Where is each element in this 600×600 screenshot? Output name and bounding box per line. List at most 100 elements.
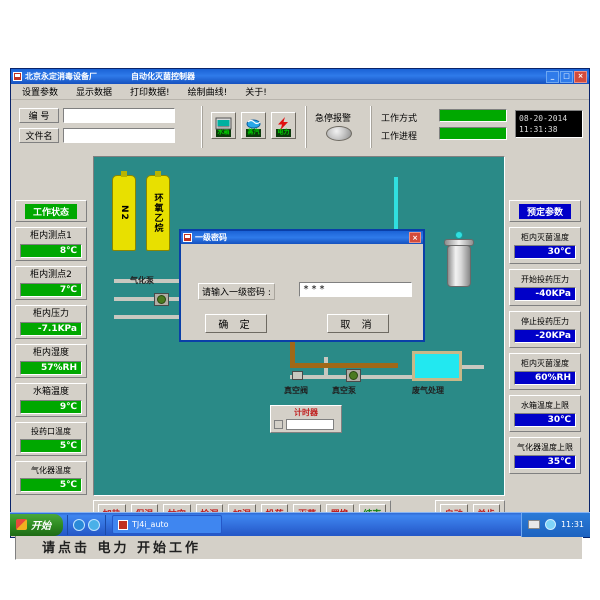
water-tank-button[interactable]: 水箱 — [211, 112, 236, 139]
window-controls: _ □ × — [546, 70, 587, 83]
power-caption: 电力 — [276, 129, 291, 137]
window-title-bar[interactable]: 北京永定消毒设备厂 自动化灭菌控制器 _ □ × — [11, 69, 589, 84]
cylinder-neck-icon — [155, 171, 161, 177]
steam-button[interactable]: 蒸汽 — [241, 112, 266, 139]
value: 8℃ — [20, 243, 82, 258]
menu-bar: 设置参数 显示数据 打印数据! 绘制曲线! 关于! — [11, 84, 589, 100]
status-item-chamber-pressure: 柜内压力 -7.1KPa — [15, 305, 87, 339]
value: -20KPa — [514, 329, 576, 343]
close-button[interactable]: × — [574, 70, 587, 83]
status-item-chamber-point-2: 柜内测点2 7℃ — [15, 266, 87, 300]
media-icon[interactable] — [88, 518, 100, 531]
param-item-dosing-stop-pressure[interactable]: 停止投药压力 -20KPa — [509, 311, 581, 348]
power-bolt-icon — [275, 115, 292, 130]
password-prompt-label: 请输入一级密码 : — [198, 283, 275, 300]
number-label: 编 号 — [19, 108, 59, 123]
browser-icon[interactable] — [73, 518, 85, 531]
exhaust-treatment-unit[interactable] — [412, 351, 462, 381]
tray-device-icon[interactable] — [527, 520, 540, 529]
status-bar: 请点击 电力 开始工作 — [15, 532, 583, 560]
dialog-close-button[interactable]: × — [409, 232, 421, 243]
minimize-button[interactable]: _ — [546, 70, 559, 83]
param-item-vaporizer-temp-limit[interactable]: 气化器温度上限 35℃ — [509, 437, 581, 474]
screen-root: 北京永定消毒设备厂 自动化灭菌控制器 _ □ × 设置参数 显示数据 打印数据!… — [0, 0, 600, 600]
timer-box: 计时器 — [270, 405, 342, 433]
divider-2 — [305, 106, 307, 148]
status-item-dosing-port-temp: 投药口温度 5℃ — [15, 422, 87, 456]
value: 5℃ — [20, 477, 82, 492]
filename-input[interactable] — [63, 128, 175, 143]
vaporizer-pump-label: 气化泵 — [130, 276, 154, 285]
number-input[interactable] — [63, 108, 175, 123]
label: 柜内灭菌湿度 — [521, 359, 569, 368]
dialog-ok-button[interactable]: 确 定 — [205, 314, 267, 333]
status-item-vaporizer-temp: 气化器温度 5℃ — [15, 461, 87, 495]
timer-title: 计时器 — [294, 408, 318, 417]
cylinder-n2[interactable]: N2 — [112, 171, 136, 251]
clock-time: 11:31:38 — [519, 125, 558, 134]
vacuum-valve[interactable] — [292, 371, 303, 380]
value: 57%RH — [20, 360, 82, 375]
vertical-tank[interactable] — [447, 245, 471, 287]
label: 柜内湿度 — [32, 347, 69, 358]
work-status-header: 工作状态 — [15, 200, 87, 222]
menu-item-draw-curve[interactable]: 绘制曲线! — [179, 85, 237, 98]
tray-network-icon[interactable] — [544, 519, 556, 530]
emergency-stop-label: 急停报警 — [315, 114, 352, 124]
preset-params-header-label: 预定参数 — [518, 203, 571, 219]
label: 水箱温度 — [32, 386, 69, 397]
quick-launch-bar — [67, 514, 106, 535]
menu-item-settings[interactable]: 设置参数 — [13, 85, 67, 98]
filename-label: 文件名 — [19, 128, 59, 143]
vacuum-pump[interactable] — [346, 369, 361, 382]
taskbar-item-tj4i-auto[interactable]: TJ4i_auto — [112, 515, 222, 534]
work-status-header-label: 工作状态 — [24, 203, 77, 219]
dialog-icon — [183, 233, 192, 242]
dialog-title: 一级密码 — [195, 233, 227, 242]
dialog-cancel-button[interactable]: 取 消 — [327, 314, 389, 333]
preset-params-header: 预定参数 — [509, 200, 581, 222]
value: 30℃ — [514, 245, 576, 259]
param-item-sterilize-temp[interactable]: 柜内灭菌温度 30℃ — [509, 227, 581, 264]
divider-3 — [370, 106, 372, 148]
timer-row — [274, 419, 338, 430]
taskbar-item-label: TJ4i_auto — [132, 520, 169, 529]
cylinder-eto[interactable]: 环氧乙烷 — [146, 171, 170, 251]
vacuum-pump-label: 真空泵 — [332, 386, 356, 395]
pipe-vac-line-2 — [304, 375, 374, 379]
clock-display: 08-20-2014 11:31:38 — [515, 110, 583, 138]
timer-checkbox[interactable] — [274, 420, 283, 429]
taskbar: 开始 TJ4i_auto 11:31 — [10, 512, 590, 537]
menu-item-print-data[interactable]: 打印数据! — [121, 85, 179, 98]
status-item-chamber-humidity: 柜内湿度 57%RH — [15, 344, 87, 378]
start-button[interactable]: 开始 — [10, 513, 63, 536]
vacuum-valve-label: 真空阀 — [284, 386, 308, 395]
menu-item-about[interactable]: 关于! — [236, 85, 276, 98]
emergency-stop-indicator[interactable] — [326, 126, 352, 141]
menu-item-display-data[interactable]: 显示数据 — [67, 85, 121, 98]
window-title: 北京永定消毒设备厂 — [25, 72, 97, 81]
label: 柜内测点1 — [30, 230, 72, 241]
vaporizer-pump[interactable] — [154, 293, 169, 306]
top-strip: 编 号 文件名 水箱 蒸汽 电力 急停报警 工作方式 工作进程 08-20-20… — [15, 104, 585, 150]
param-item-water-tank-temp-limit[interactable]: 水箱温度上限 30℃ — [509, 395, 581, 432]
label: 气化器温度上限 — [517, 443, 573, 452]
status-item-chamber-point-1: 柜内测点1 8℃ — [15, 227, 87, 261]
label: 气化器温度 — [31, 465, 71, 475]
password-input[interactable] — [299, 282, 412, 297]
label: 柜内测点2 — [30, 269, 72, 280]
param-item-sterilize-humidity[interactable]: 柜内灭菌湿度 60%RH — [509, 353, 581, 390]
label: 柜内压力 — [32, 308, 69, 319]
tray-clock[interactable]: 11:31 — [561, 520, 584, 529]
work-progress-label: 工作进程 — [381, 132, 418, 142]
application-window: 北京永定消毒设备厂 自动化灭菌控制器 _ □ × 设置参数 显示数据 打印数据!… — [10, 68, 590, 560]
param-item-dosing-start-pressure[interactable]: 开始投药压力 -40KPa — [509, 269, 581, 306]
cylinder-eto-label: 环氧乙烷 — [152, 193, 163, 233]
power-button[interactable]: 电力 — [271, 112, 296, 139]
dialog-title-bar[interactable]: 一级密码 × — [181, 231, 423, 244]
label: 开始投药压力 — [521, 275, 569, 284]
filename-field-row: 文件名 — [19, 128, 175, 143]
maximize-button[interactable]: □ — [560, 70, 573, 83]
timer-input[interactable] — [286, 419, 334, 430]
tank-valve-icon[interactable] — [455, 231, 463, 239]
